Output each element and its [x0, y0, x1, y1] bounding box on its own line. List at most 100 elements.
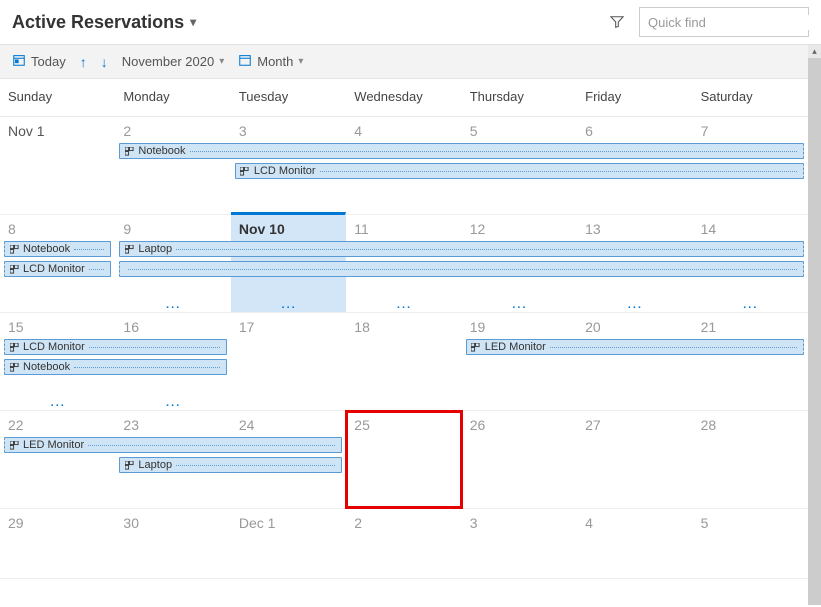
event-label: Laptop — [138, 459, 172, 471]
calendar-today-icon — [12, 53, 26, 70]
reservation-icon — [9, 362, 19, 372]
day-number: 16 — [123, 319, 221, 335]
reservation-icon — [124, 244, 134, 254]
day-number: 5 — [470, 123, 568, 139]
scroll-up-arrow[interactable]: ▴ — [808, 45, 821, 58]
period-selector[interactable]: November 2020 ▾ — [122, 54, 225, 69]
event-bar[interactable]: LCD Monitor — [4, 339, 227, 355]
next-period-button[interactable]: ↓ — [101, 54, 108, 70]
day-number: 4 — [354, 123, 452, 139]
chevron-down-icon: ▾ — [190, 15, 196, 29]
day-number: 24 — [239, 417, 337, 433]
day-number: 2 — [354, 515, 452, 531]
day-cell[interactable]: 22 — [0, 411, 115, 508]
event-fill — [74, 367, 220, 368]
day-cell[interactable]: 30 — [115, 509, 230, 578]
today-button[interactable]: Today — [12, 53, 66, 70]
day-header-cell: Monday — [115, 79, 230, 116]
more-events-button[interactable]: … — [49, 398, 65, 406]
event-fill — [190, 151, 797, 152]
event-bar[interactable]: LCD Monitor — [235, 163, 804, 179]
event-bar[interactable]: Laptop — [119, 457, 342, 473]
event-bar[interactable]: LCD Monitor — [4, 261, 111, 277]
event-label: Laptop — [138, 243, 172, 255]
more-events-button[interactable]: … — [165, 398, 181, 406]
event-fill — [89, 347, 220, 348]
day-cell[interactable]: 26 — [462, 411, 577, 508]
day-cell[interactable]: 20 — [577, 313, 692, 410]
view-mode-selector[interactable]: Month ▾ — [238, 53, 303, 70]
reservation-icon — [471, 342, 481, 352]
day-cell[interactable]: 21 — [693, 313, 808, 410]
reservation-icon — [240, 166, 250, 176]
event-bar[interactable]: Notebook — [4, 241, 111, 257]
day-cell[interactable]: 3 — [462, 509, 577, 578]
day-number: 25 — [354, 417, 452, 433]
more-events-button[interactable]: … — [511, 300, 527, 308]
day-cell[interactable]: Dec 1 — [231, 509, 346, 578]
search-box[interactable] — [639, 7, 809, 37]
reservation-icon — [9, 440, 19, 450]
day-number: 3 — [239, 123, 337, 139]
event-fill — [176, 249, 797, 250]
day-cell[interactable]: 2 — [115, 117, 230, 214]
day-cell[interactable]: 18 — [346, 313, 461, 410]
day-number: 29 — [8, 515, 106, 531]
more-events-button[interactable]: … — [626, 300, 642, 308]
day-cell[interactable]: 28 — [693, 411, 808, 508]
day-header-cell: Wednesday — [346, 79, 461, 116]
day-cell[interactable]: 4 — [577, 509, 692, 578]
more-events-button[interactable]: … — [280, 300, 296, 308]
week-row: 15 … 16 … 1718 19 20 21 LCD Monitor LED Monitor No… — [0, 313, 808, 411]
event-fill — [88, 445, 335, 446]
more-events-button[interactable]: … — [742, 300, 758, 308]
calendar: SundayMondayTuesdayWednesdayThursdayFrid… — [0, 79, 808, 607]
event-bar[interactable]: Laptop — [119, 241, 804, 257]
more-events-button[interactable]: … — [165, 300, 181, 308]
event-bar[interactable]: Notebook — [4, 359, 227, 375]
day-number: 2 — [123, 123, 221, 139]
day-cell[interactable]: 2 — [346, 509, 461, 578]
day-number: Nov 10 — [239, 221, 337, 237]
day-number: 21 — [701, 319, 799, 335]
reservation-icon — [9, 342, 19, 352]
calendar-toolbar: Today ↑ ↓ November 2020 ▾ Month ▾ — [0, 45, 821, 79]
day-cell[interactable]: 27 — [577, 411, 692, 508]
event-label: LED Monitor — [485, 341, 546, 353]
day-number: 11 — [354, 221, 452, 237]
event-label: LCD Monitor — [23, 341, 85, 353]
filter-button[interactable] — [605, 10, 629, 34]
event-fill — [89, 269, 105, 270]
day-number: Dec 1 — [239, 515, 337, 531]
event-bar[interactable]: LED Monitor — [466, 339, 804, 355]
calendar-icon — [238, 53, 252, 70]
vertical-scrollbar[interactable] — [808, 58, 821, 605]
day-header-cell: Friday — [577, 79, 692, 116]
event-fill — [74, 249, 104, 250]
day-number: 6 — [585, 123, 683, 139]
day-cell[interactable]: 5 — [693, 509, 808, 578]
week-row: 89…Nov 10…11…12…13…14…NotebookLaptopLCD … — [0, 215, 808, 313]
day-cell[interactable]: Nov 1 — [0, 117, 115, 214]
day-cell[interactable]: 19 — [462, 313, 577, 410]
day-header-cell: Saturday — [693, 79, 808, 116]
search-input[interactable] — [648, 15, 821, 30]
day-number: 15 — [8, 319, 106, 335]
day-cell[interactable]: 29 — [0, 509, 115, 578]
day-number: 23 — [123, 417, 221, 433]
more-events-button[interactable]: … — [395, 300, 411, 308]
event-bar[interactable] — [119, 261, 804, 277]
day-number: 26 — [470, 417, 568, 433]
day-cell[interactable]: 25 — [346, 411, 461, 508]
view-selector[interactable]: Active Reservations ▾ — [12, 12, 196, 33]
prev-period-button[interactable]: ↑ — [80, 54, 87, 70]
event-bar[interactable]: Notebook — [119, 143, 804, 159]
day-header-cell: Sunday — [0, 79, 115, 116]
day-cell[interactable]: 17 — [231, 313, 346, 410]
event-bar[interactable]: LED Monitor — [4, 437, 342, 453]
event-label: Notebook — [23, 361, 70, 373]
day-number: 3 — [470, 515, 568, 531]
day-number: Nov 1 — [8, 123, 106, 139]
day-number: 19 — [470, 319, 568, 335]
event-fill — [128, 269, 797, 270]
